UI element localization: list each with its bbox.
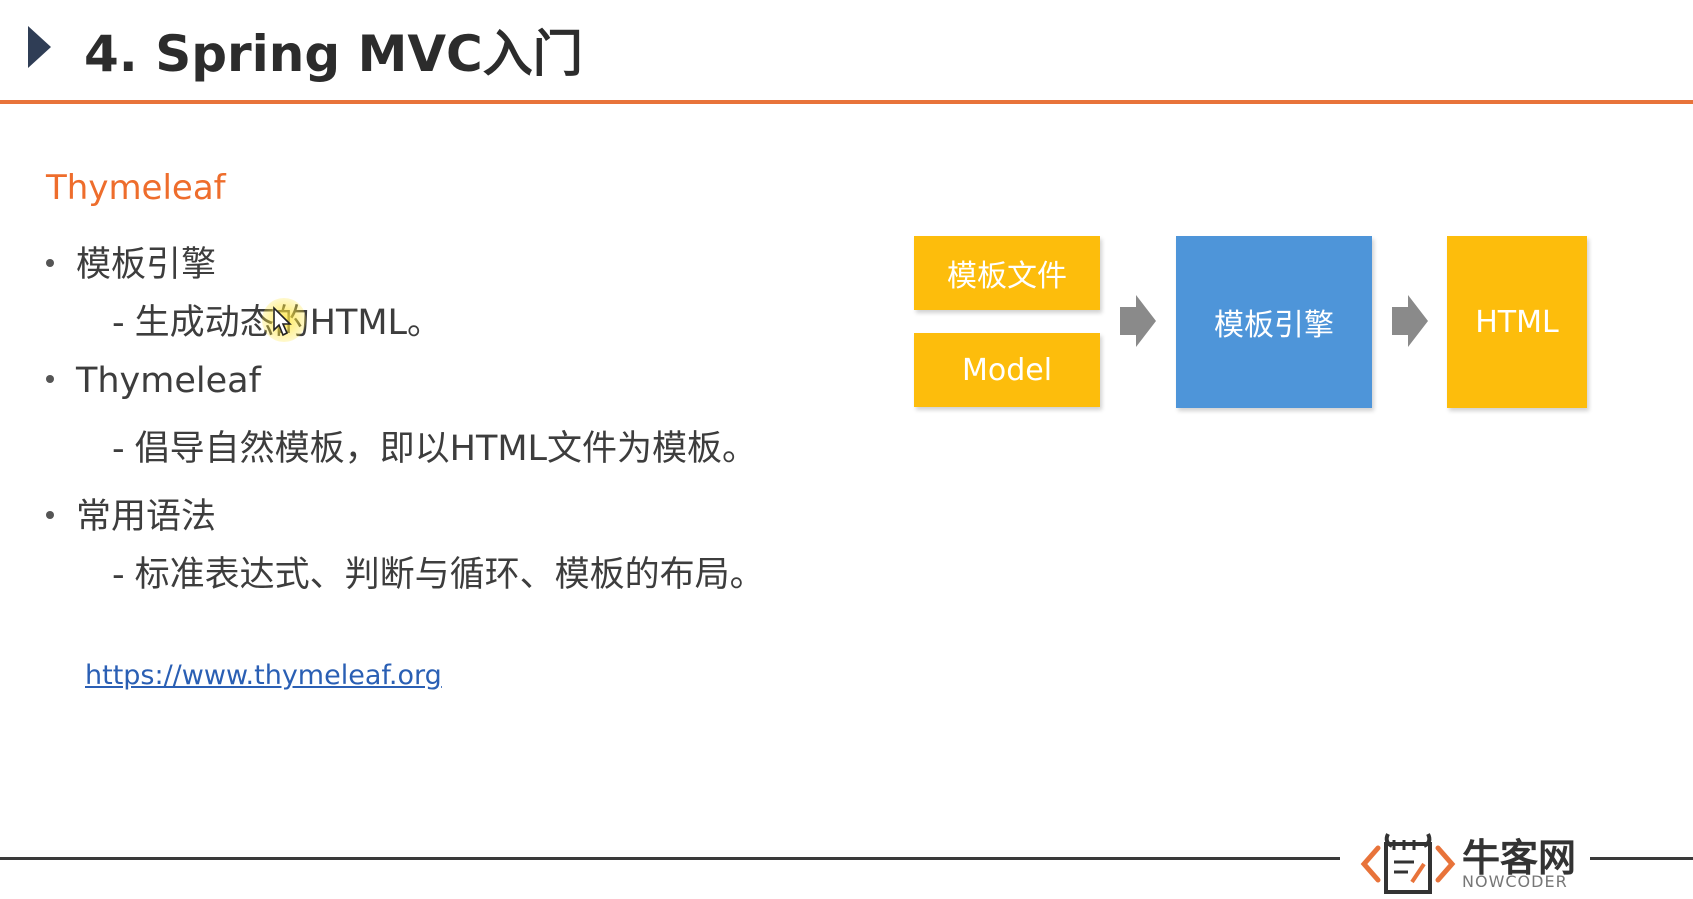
sub-dash: -: [112, 303, 125, 343]
sub-dash: -: [112, 429, 125, 469]
title-divider: [0, 100, 1693, 104]
bullet-dot-icon: [46, 511, 54, 519]
sub-dash: -: [112, 555, 125, 595]
bullet-item: 模板引擎: [46, 236, 216, 287]
title-triangle-icon: [28, 26, 51, 68]
template-file-label: 模板文件: [947, 259, 1067, 294]
thymeleaf-link[interactable]: https://www.thymeleaf.org: [85, 660, 442, 691]
html-output-box: HTML: [1447, 236, 1587, 408]
nowcoder-logo-icon: [1360, 833, 1456, 894]
footer-divider: [1590, 857, 1693, 860]
footer-divider: [0, 857, 1340, 860]
html-output-label: HTML: [1475, 304, 1559, 340]
template-engine-label: 模板引擎: [1214, 308, 1334, 343]
template-engine-box: 模板引擎: [1176, 236, 1372, 408]
sub-text: 标准表达式、判断与循环、模板的布局。: [134, 555, 765, 595]
model-box: Model: [914, 333, 1100, 407]
bullet-dot-icon: [46, 375, 54, 383]
bullet-label: 模板引擎: [76, 245, 217, 285]
flow-arrow-icon: [1392, 295, 1428, 347]
sub-item: - 标准表达式、判断与循环、模板的布局。: [112, 546, 765, 597]
bullet-label: 常用语法: [76, 497, 217, 537]
bullet-label: Thymeleaf: [76, 361, 261, 401]
bullet-item: 常用语法: [46, 488, 216, 539]
bullet-dot-icon: [46, 259, 54, 267]
mouse-pointer-icon: [273, 306, 292, 337]
flow-arrow-icon: [1120, 295, 1156, 347]
bullet-item: Thymeleaf: [46, 361, 261, 401]
sub-item: - 倡导自然模板，即以HTML文件为模板。: [112, 420, 757, 471]
logo-text-en: NOWCODER: [1462, 872, 1568, 891]
section-heading: Thymeleaf: [46, 168, 226, 208]
page-title: 4. Spring MVC入门: [84, 25, 583, 83]
model-label: Model: [961, 352, 1053, 388]
sub-text: 倡导自然模板，即以HTML文件为模板。: [134, 429, 758, 469]
template-file-box: 模板文件: [914, 236, 1100, 310]
